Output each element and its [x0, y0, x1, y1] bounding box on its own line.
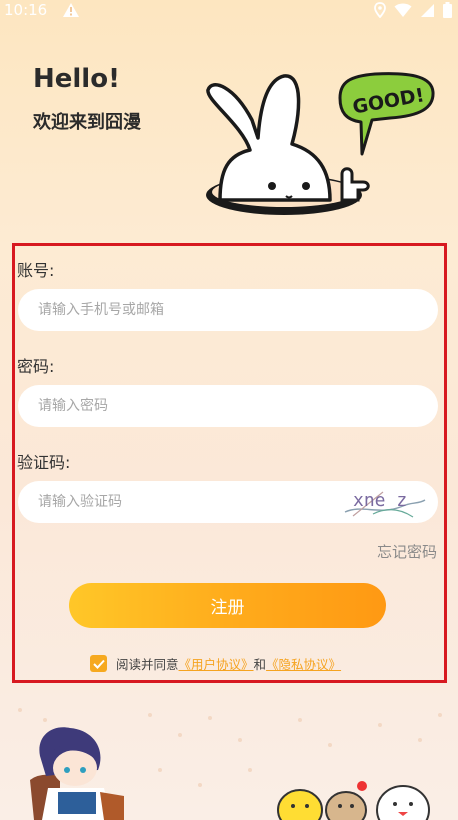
register-button[interactable]: 注册 — [69, 583, 386, 628]
agree-and: 和 — [253, 657, 267, 672]
rabbit-mascot-illustration: GOOD! — [206, 72, 435, 215]
password-input[interactable] — [18, 385, 438, 427]
captcha-text: xne z — [353, 490, 407, 511]
status-time: 10:16 — [4, 1, 48, 19]
welcome-subtitle: 欢迎来到囧漫 — [33, 112, 141, 133]
agreement-row: 阅读并同意 《用户协议》 和 《隐私协议》 — [90, 654, 341, 673]
account-input[interactable] — [18, 289, 438, 331]
warning-icon — [63, 3, 79, 17]
battery-icon — [443, 2, 452, 18]
agree-prefix: 阅读并同意 — [116, 657, 179, 672]
privacy-policy-link[interactable]: 《隐私协议》 — [266, 654, 341, 673]
bottom-decoration — [18, 708, 442, 820]
wifi-icon — [394, 3, 412, 17]
anime-character-illustration — [30, 727, 124, 820]
forgot-password-link[interactable]: 忘记密码 — [377, 541, 437, 562]
account-label: 账号: — [17, 261, 55, 280]
password-label: 密码: — [17, 357, 55, 376]
user-agreement-link[interactable]: 《用户协议》 — [179, 654, 254, 673]
status-bar: 10:16 — [0, 0, 458, 20]
status-icons — [374, 2, 452, 18]
chicks-illustration — [277, 781, 430, 820]
captcha-image[interactable]: xne z — [343, 484, 427, 520]
check-icon — [92, 659, 105, 669]
captcha-label: 验证码: — [17, 453, 71, 472]
greeting-title: Hello! — [33, 64, 120, 94]
agree-checkbox[interactable] — [90, 655, 107, 672]
location-icon — [374, 2, 386, 18]
signal-icon — [421, 3, 434, 17]
